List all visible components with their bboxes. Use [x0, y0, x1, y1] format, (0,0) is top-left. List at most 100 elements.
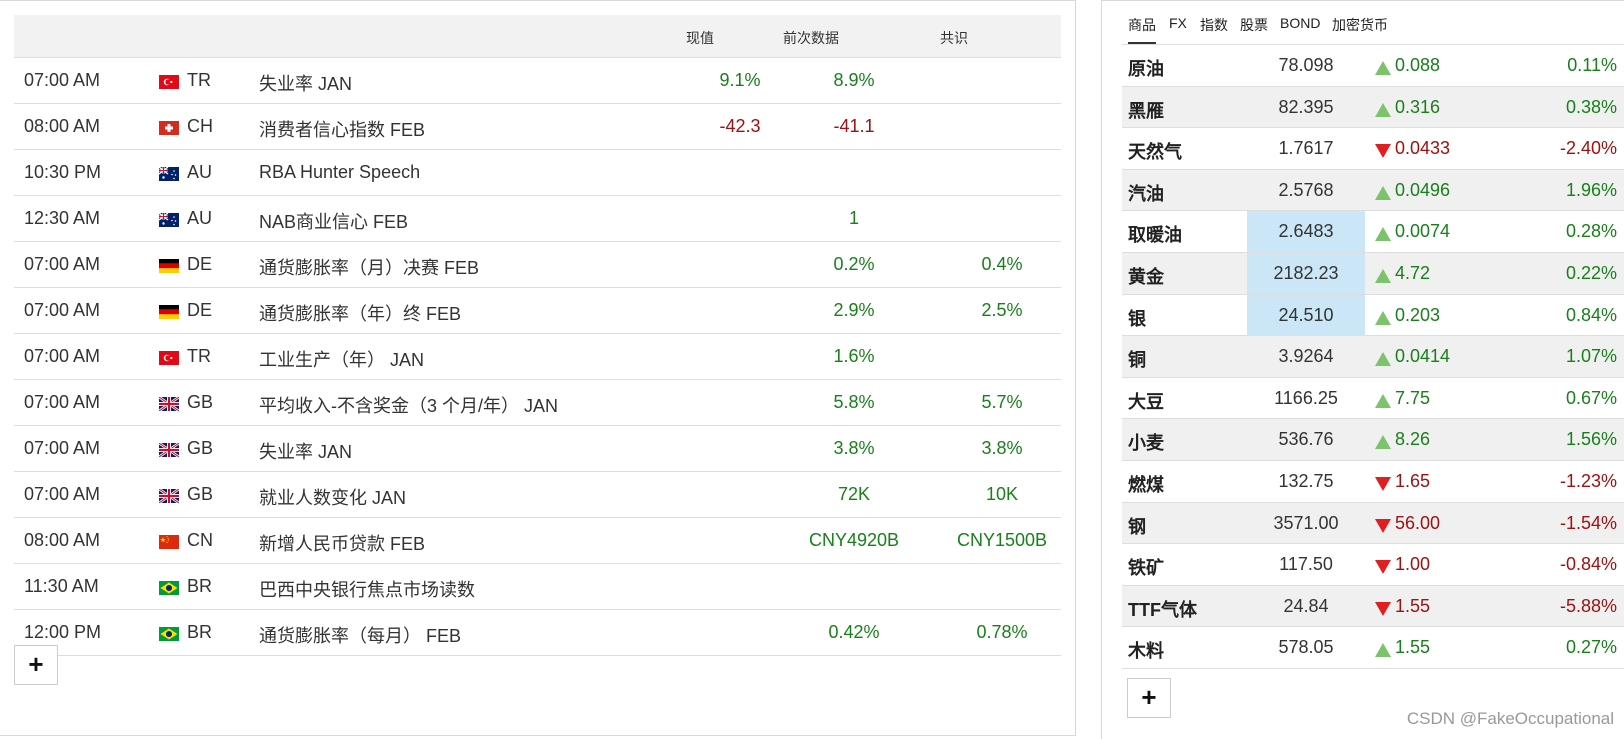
- calendar-row[interactable]: 07:00 AM GB 失业率 JAN 3.8% 3.8%: [14, 426, 1061, 472]
- commodity-name[interactable]: 铜: [1128, 346, 1146, 372]
- br-flag-icon: [159, 627, 179, 641]
- commodity-name[interactable]: 黑雁: [1128, 97, 1164, 123]
- tab-commodities[interactable]: 商品: [1128, 15, 1156, 44]
- event-name[interactable]: NAB商业信心 FEB: [259, 208, 408, 234]
- event-name[interactable]: 失业率 JAN: [259, 70, 352, 96]
- commodity-price: 24.510: [1247, 294, 1365, 336]
- tr-flag-icon: [159, 75, 179, 89]
- calendar-row[interactable]: 12:30 AM AU NAB商业信心 FEB 1: [14, 196, 1061, 242]
- calendar-row[interactable]: 08:00 AM CH 消费者信心指数 FEB -42.3 -41.1: [14, 104, 1061, 150]
- consensus-value: 5.7%: [981, 392, 1023, 412]
- commodity-percent: -1.54%: [1559, 512, 1617, 533]
- triangle-up-icon: [1375, 267, 1391, 283]
- consensus-value: 10K: [985, 484, 1019, 504]
- commodity-name[interactable]: 取暖油: [1128, 221, 1182, 247]
- commodity-row[interactable]: 大豆 1166.25 7.75 0.67%: [1122, 378, 1624, 420]
- country-code: DE: [187, 300, 213, 320]
- commodity-name[interactable]: 大豆: [1128, 388, 1164, 414]
- commodity-row[interactable]: TTF气体 24.84 1.55 -5.88%: [1122, 585, 1624, 628]
- commodity-row[interactable]: 黑雁 82.395 0.316 0.38%: [1122, 86, 1624, 129]
- commodity-percent: 0.11%: [1567, 55, 1617, 75]
- tab-stocks[interactable]: 股票: [1240, 15, 1268, 35]
- event-name[interactable]: 新增人民币贷款 FEB: [259, 530, 425, 556]
- commodity-name[interactable]: 汽油: [1128, 180, 1164, 206]
- country-code: AU: [187, 162, 213, 182]
- calendar-row[interactable]: 07:00 AM TR 失业率 JAN 9.1% 8.9%: [14, 58, 1061, 104]
- commodity-row[interactable]: 木料 578.05 1.55 0.27%: [1122, 627, 1624, 669]
- previous-value: 5.8%: [833, 392, 875, 412]
- de-flag-icon: [159, 305, 179, 319]
- commodity-row[interactable]: 银 24.510 0.203 0.84%: [1122, 294, 1624, 337]
- calendar-row[interactable]: 10:30 PM AU RBA Hunter Speech: [14, 150, 1061, 196]
- cn-flag-icon: [159, 535, 179, 549]
- commodity-price: 117.50: [1279, 554, 1333, 575]
- event-time: 08:00 AM: [24, 116, 101, 136]
- event-name[interactable]: 通货膨胀率（每月） FEB: [259, 622, 461, 648]
- commodity-percent: 1.56%: [1565, 429, 1617, 450]
- calendar-row[interactable]: 07:00 AM DE 通货膨胀率（年）终 FEB 2.9% 2.5%: [14, 288, 1061, 334]
- calendar-row[interactable]: 11:30 AM BR 巴西中央银行焦点市场读数: [14, 564, 1061, 610]
- commodity-name[interactable]: 燃煤: [1128, 471, 1164, 497]
- commodity-name[interactable]: 木料: [1128, 637, 1164, 663]
- event-name[interactable]: 就业人数变化 JAN: [259, 484, 406, 510]
- calendar-header: 现值 前次数据 共识: [14, 15, 1061, 58]
- event-name[interactable]: 通货膨胀率（年）终 FEB: [259, 300, 461, 326]
- calendar-add-button[interactable]: +: [14, 645, 58, 685]
- triangle-down-icon: [1375, 558, 1391, 575]
- commodity-name[interactable]: 铁矿: [1128, 554, 1164, 580]
- de-flag-icon: [159, 259, 179, 273]
- commodity-percent: -1.23%: [1559, 470, 1617, 491]
- markets-panel: 商品 FX 指数 股票 BOND 加密货币 原油 78.098 0.088 0.11%…: [1101, 0, 1624, 739]
- commodity-row[interactable]: 汽油 2.5768 0.0496 1.96%: [1122, 169, 1624, 212]
- country-code: GB: [187, 484, 214, 504]
- calendar-row[interactable]: 12:00 PM BR 通货膨胀率（每月） FEB 0.42% 0.78%: [14, 610, 1061, 656]
- commodity-name[interactable]: 原油: [1128, 55, 1164, 81]
- tab-bond[interactable]: BOND: [1280, 15, 1320, 31]
- markets-add-button[interactable]: +: [1127, 678, 1171, 718]
- event-name[interactable]: 平均收入-不含奖金（3 个月/年） JAN: [259, 392, 558, 418]
- commodity-row[interactable]: 燃煤 132.75 1.65 -1.23%: [1122, 461, 1624, 503]
- commodity-price: 2.5768: [1278, 179, 1334, 200]
- commodity-row[interactable]: 钢 3571.00 56.00 -1.54%: [1122, 502, 1624, 545]
- commodity-change: 7.75: [1395, 387, 1431, 408]
- commodity-name[interactable]: 钢: [1128, 513, 1146, 539]
- calendar-row[interactable]: 08:00 AM CN 新增人民币贷款 FEB CNY4920B CNY1500B: [14, 518, 1061, 564]
- commodity-percent: 0.22%: [1565, 262, 1617, 283]
- event-time: 07:00 AM: [24, 484, 101, 504]
- commodity-name[interactable]: 天然气: [1128, 138, 1182, 164]
- tab-fx[interactable]: FX: [1169, 15, 1187, 31]
- commodity-price: 1.7617: [1278, 138, 1334, 159]
- triangle-up-icon: [1375, 350, 1391, 367]
- tab-crypto[interactable]: 加密货币: [1332, 15, 1388, 35]
- commodity-row[interactable]: 取暖油 2.6483 0.0074 0.28%: [1122, 211, 1624, 253]
- commodity-row[interactable]: 黄金 2182.23 4.72 0.22%: [1122, 252, 1624, 295]
- event-name[interactable]: 工业生产（年） JAN: [259, 346, 424, 372]
- commodity-name[interactable]: 小麦: [1128, 429, 1164, 455]
- event-name[interactable]: 失业率 JAN: [259, 438, 352, 464]
- calendar-row[interactable]: 07:00 AM GB 平均收入-不含奖金（3 个月/年） JAN 5.8% 5.7%: [14, 380, 1061, 426]
- previous-value: 0.42%: [828, 622, 880, 642]
- calendar-row[interactable]: 07:00 AM TR 工业生产（年） JAN 1.6%: [14, 334, 1061, 380]
- calendar-row[interactable]: 07:00 AM DE 通货膨胀率（月）决赛 FEB 0.2% 0.4%: [14, 242, 1061, 288]
- commodity-name[interactable]: TTF气体: [1128, 596, 1197, 622]
- commodity-row[interactable]: 铜 3.9264 0.0414 1.07%: [1122, 336, 1624, 378]
- commodity-name[interactable]: 银: [1128, 305, 1146, 331]
- commodity-row[interactable]: 小麦 536.76 8.26 1.56%: [1122, 419, 1624, 461]
- event-name[interactable]: 巴西中央银行焦点市场读数: [259, 576, 475, 602]
- event-name[interactable]: 消费者信心指数 FEB: [259, 116, 425, 142]
- country-code: CN: [187, 530, 213, 550]
- event-name[interactable]: 通货膨胀率（月）决赛 FEB: [259, 254, 479, 280]
- tab-indices[interactable]: 指数: [1200, 15, 1228, 35]
- commodity-row[interactable]: 天然气 1.7617 0.0433 -2.40%: [1122, 128, 1624, 170]
- previous-value: 0.2%: [833, 254, 875, 274]
- triangle-up-icon: [1375, 184, 1391, 200]
- commodity-row[interactable]: 铁矿 117.50 1.00 -0.84%: [1122, 544, 1624, 586]
- event-name[interactable]: RBA Hunter Speech: [259, 162, 420, 183]
- consensus-value: CNY1500B: [956, 530, 1048, 550]
- previous-value: 1: [848, 208, 859, 228]
- commodity-price: 24.84: [1283, 595, 1329, 616]
- commodity-name[interactable]: 黄金: [1128, 263, 1164, 289]
- consensus-value: 2.5%: [981, 300, 1023, 320]
- calendar-row[interactable]: 07:00 AM GB 就业人数变化 JAN 72K 10K: [14, 472, 1061, 518]
- commodity-row[interactable]: 原油 78.098 0.088 0.11%: [1122, 45, 1624, 87]
